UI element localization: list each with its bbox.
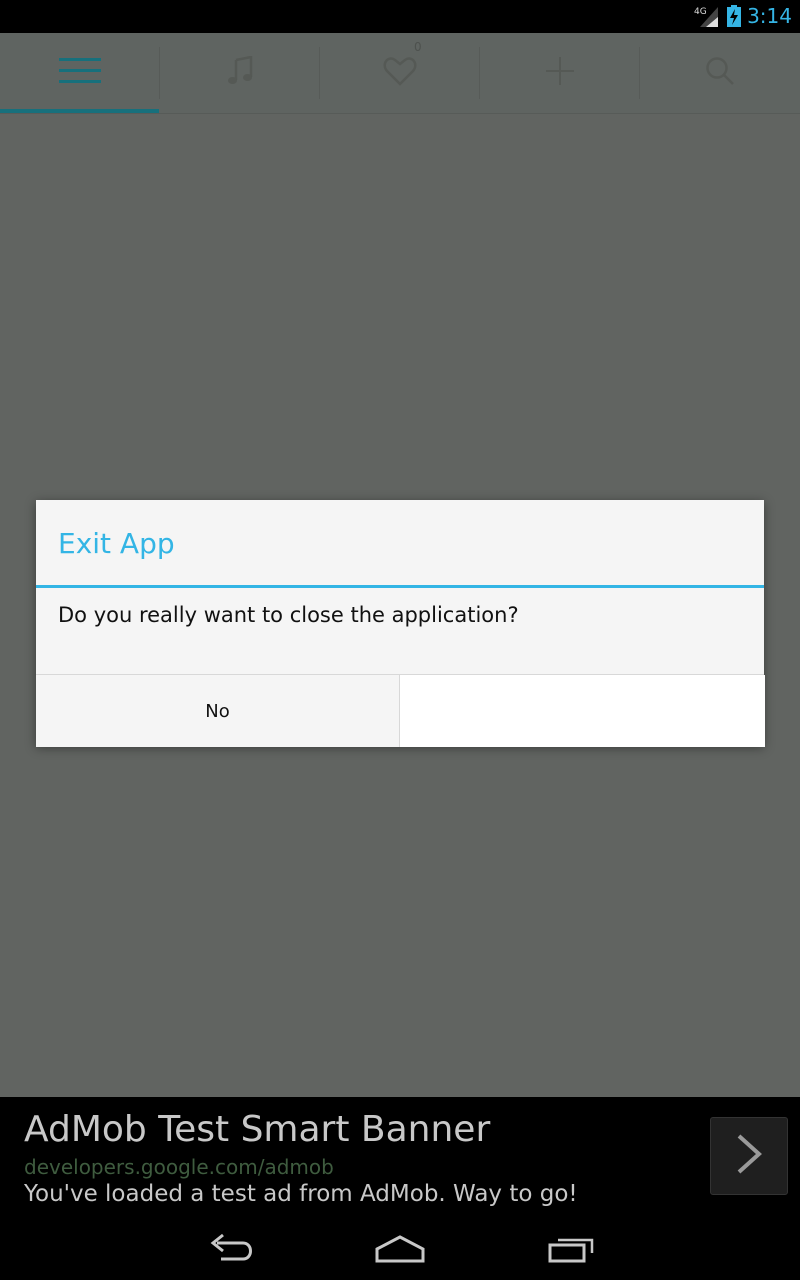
dialog-title-divider xyxy=(36,585,764,588)
status-bar: 4G 3:14 xyxy=(0,0,800,33)
home-icon[interactable] xyxy=(374,1231,426,1271)
ad-url: developers.google.com/admob xyxy=(24,1155,334,1179)
ad-banner[interactable]: AdMob Test Smart Banner developers.googl… xyxy=(0,1097,800,1217)
tab-bar: 0 xyxy=(0,33,800,114)
tab-music[interactable] xyxy=(160,33,320,113)
tab-menu[interactable] xyxy=(0,33,160,113)
dialog-message: Do you really want to close the applicat… xyxy=(58,603,519,627)
tab-add[interactable] xyxy=(480,33,640,113)
ad-title: AdMob Test Smart Banner xyxy=(24,1109,491,1150)
system-nav-bar xyxy=(0,1217,800,1280)
back-icon[interactable] xyxy=(205,1231,255,1271)
battery-charging-icon xyxy=(727,5,741,31)
tab-selected-indicator xyxy=(0,109,159,113)
ad-open-button[interactable] xyxy=(710,1117,788,1195)
tab-search[interactable] xyxy=(640,33,800,113)
network-label: 4G xyxy=(694,7,707,17)
tab-favorites[interactable] xyxy=(320,33,480,113)
search-icon xyxy=(705,56,735,90)
no-button[interactable]: No xyxy=(36,675,399,747)
plus-icon xyxy=(545,56,575,90)
menu-icon xyxy=(59,56,101,90)
chevron-right-icon xyxy=(734,1133,764,1179)
status-time: 3:14 xyxy=(747,4,792,28)
exit-dialog: Exit App Do you really want to close the… xyxy=(36,500,765,747)
no-button-label: No xyxy=(205,700,230,722)
dialog-title: Exit App xyxy=(58,527,175,560)
signal-icon: 4G xyxy=(694,5,720,31)
music-note-icon xyxy=(227,55,253,90)
favorites-count-badge: 0 xyxy=(414,40,422,54)
ad-text: You've loaded a test ad from AdMob. Way … xyxy=(24,1181,578,1207)
recents-icon[interactable] xyxy=(546,1231,596,1271)
dialog-button-row: No xyxy=(36,674,765,747)
heart-icon xyxy=(383,56,417,90)
positive-button[interactable] xyxy=(399,675,765,747)
